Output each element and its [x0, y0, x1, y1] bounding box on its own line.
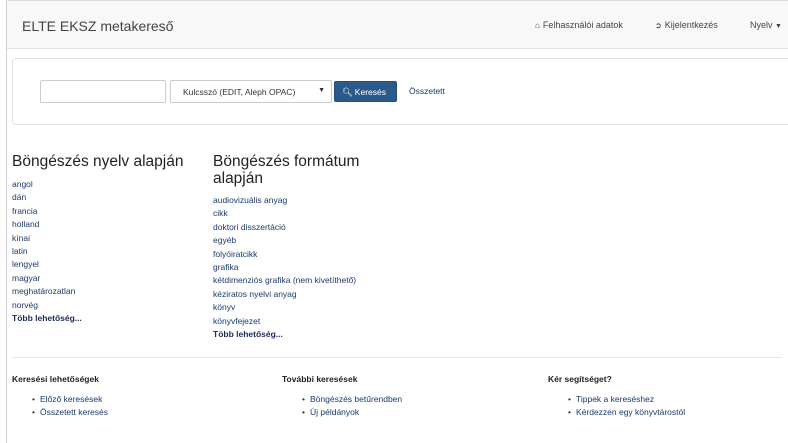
- search-button[interactable]: 🔍︎ Keresés: [334, 81, 397, 102]
- language-dropdown[interactable]: Nyelv ▼: [750, 20, 782, 30]
- brand-link[interactable]: ELTE EKSZ metakereső: [22, 18, 173, 34]
- new-items-link[interactable]: Új példányok: [302, 406, 402, 419]
- new-items-label: Új példányok: [309, 406, 360, 417]
- search-tips-link[interactable]: Tippek a kereséshez: [568, 393, 685, 406]
- format-item[interactable]: egyéb: [213, 234, 356, 247]
- language-more-link[interactable]: Több lehetőség...: [12, 312, 82, 325]
- format-item[interactable]: cikk: [213, 207, 356, 220]
- footer-help-title: Kér segítséget?: [548, 374, 612, 384]
- language-item[interactable]: angol: [12, 178, 82, 191]
- language-label: Nyelv: [750, 20, 773, 30]
- language-item[interactable]: magyar: [12, 272, 82, 285]
- language-item[interactable]: holland: [12, 218, 82, 231]
- advanced-search-link[interactable]: Összetett: [409, 86, 445, 96]
- footer-search-options: Keresési lehetőségek Előző keresések Öss…: [12, 374, 108, 418]
- sign-out-icon: ➲: [655, 21, 662, 30]
- home-icon: ⌂: [535, 21, 540, 30]
- ask-librarian-label: Kérdezzen egy könyvtárostól: [575, 406, 686, 417]
- previous-searches-label: Előző keresések: [39, 394, 103, 404]
- browse-format-title: Böngészés formátum alapján: [213, 153, 359, 187]
- language-item[interactable]: norvég: [12, 299, 82, 312]
- logout-link[interactable]: ➲ Kijelentkezés: [655, 20, 718, 30]
- search-type-value: Kulcsszó (EDIT, Aleph OPAC): [183, 87, 296, 97]
- format-item[interactable]: doktori disszertáció: [213, 221, 356, 234]
- caret-down-icon: ▼: [775, 23, 782, 30]
- alphabetical-browse-label: Böngészés betűrendben: [309, 394, 403, 404]
- caret-down-icon: ▼: [318, 87, 325, 94]
- search-panel: Kulcsszó (EDIT, Aleph OPAC) ▼ 🔍︎ Keresés …: [12, 58, 788, 125]
- language-item[interactable]: latin: [12, 245, 82, 258]
- format-item[interactable]: könyv: [213, 301, 356, 314]
- browse-format-title-line1: Böngészés formátum: [213, 153, 360, 170]
- navbar: ELTE EKSZ metakereső ⌂ Felhasználói adato…: [7, 1, 788, 49]
- search-input[interactable]: [40, 80, 166, 103]
- format-more-link[interactable]: Több lehetőség...: [213, 328, 356, 341]
- format-item[interactable]: kétdimenziós grafika (nem kivetíthető): [213, 274, 356, 287]
- format-item[interactable]: folyóiratcikk: [213, 248, 356, 261]
- user-data-link[interactable]: ⌂ Felhasználói adatok: [535, 20, 623, 30]
- language-item[interactable]: meghatározatlan: [12, 285, 82, 298]
- user-data-label: Felhasználói adatok: [542, 20, 623, 30]
- footer-search-options-title: Keresési lehetőségek: [12, 374, 99, 384]
- logout-label: Kijelentkezés: [664, 20, 718, 30]
- search-tips-label: Tippek a kereséshez: [575, 394, 655, 404]
- browse-format-title-line2: alapján: [213, 170, 263, 187]
- language-list: angol dán francia holland kínai latin le…: [12, 178, 82, 325]
- language-item[interactable]: kínai: [12, 232, 82, 245]
- format-item[interactable]: kéziratos nyelvi anyag: [213, 288, 356, 301]
- footer-help: Kér segítséget? Tippek a kereséshez Kérd…: [548, 374, 685, 418]
- footer-divider: [12, 357, 782, 358]
- previous-searches-link[interactable]: Előző keresések: [32, 393, 108, 406]
- search-icon: 🔍︎: [342, 87, 353, 97]
- search-type-select[interactable]: Kulcsszó (EDIT, Aleph OPAC) ▼: [170, 80, 332, 103]
- format-item[interactable]: könyvfejezet: [213, 315, 356, 328]
- search-button-label: Keresés: [354, 87, 386, 97]
- language-item[interactable]: francia: [12, 205, 82, 218]
- footer-more-searches-title: További keresések: [282, 374, 358, 384]
- format-item[interactable]: audiovizuális anyag: [213, 194, 356, 207]
- ask-librarian-link[interactable]: Kérdezzen egy könyvtárostól: [568, 406, 685, 419]
- footer-more-searches: További keresések Böngészés betűrendben …: [282, 374, 402, 418]
- format-list: audiovizuális anyag cikk doktori disszer…: [213, 194, 356, 341]
- language-item[interactable]: dán: [12, 191, 82, 204]
- language-item[interactable]: lengyel: [12, 258, 82, 271]
- alphabetical-browse-link[interactable]: Böngészés betűrendben: [302, 393, 402, 406]
- advanced-search-footer-link[interactable]: Összetett keresés: [32, 406, 108, 419]
- format-item[interactable]: grafika: [213, 261, 356, 274]
- advanced-search-footer-label: Összetett keresés: [39, 406, 109, 417]
- browse-language-title: Böngészés nyelv alapján: [12, 153, 184, 170]
